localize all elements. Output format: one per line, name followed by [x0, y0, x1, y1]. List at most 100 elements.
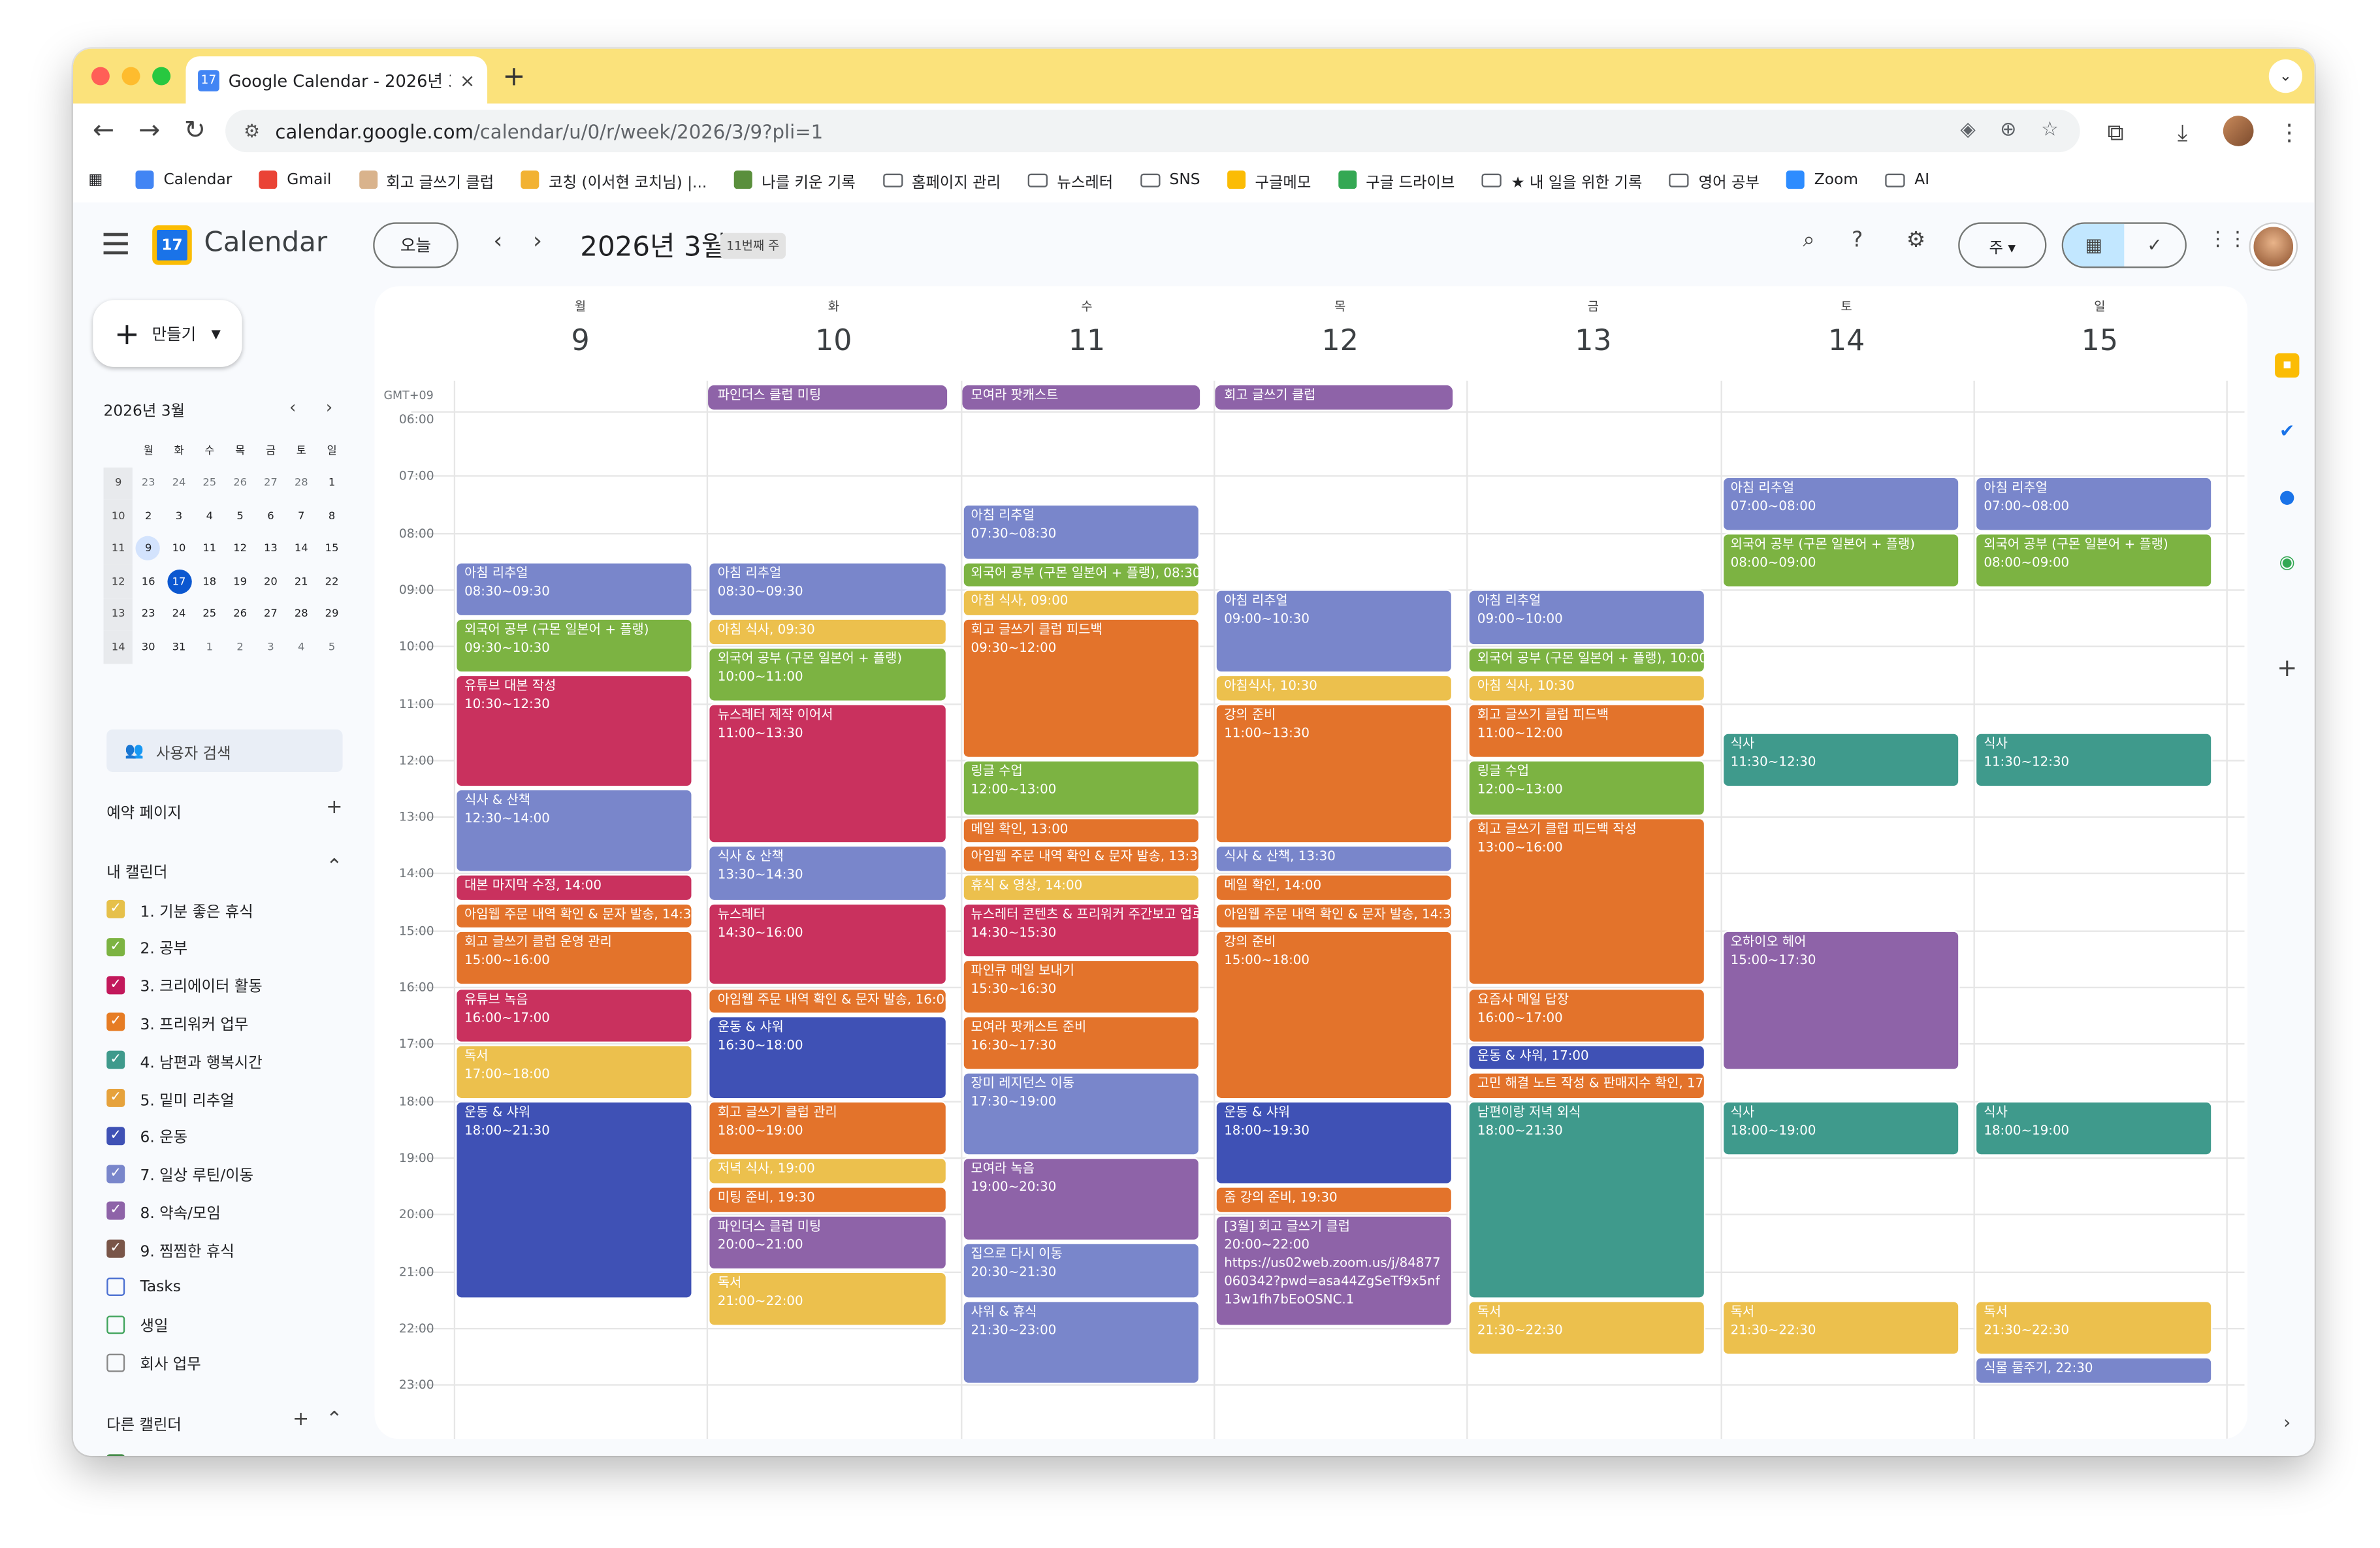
calendar-event[interactable]: 식사 11:30~12:30	[1721, 732, 1960, 788]
mini-day[interactable]: 29	[317, 598, 347, 630]
mini-day[interactable]: 14	[286, 532, 317, 565]
calendar-event[interactable]: 독서 21:30~22:30	[1974, 1300, 2213, 1355]
mini-next-month-icon[interactable]: ›	[326, 397, 332, 417]
forward-icon[interactable]: →	[134, 116, 165, 146]
calendar-event[interactable]: 아침 식사, 10:30	[1468, 675, 1707, 702]
calendar-event[interactable]: 운동 & 샤워 18:00~19:30	[1215, 1101, 1453, 1185]
calendar-list-item[interactable]: ✓ 7. 일상 루틴/이동	[106, 1155, 253, 1192]
help-icon[interactable]: ?	[1852, 229, 1863, 253]
calendar-event[interactable]: 외국어 공부 (구몬 일본어 + 플랭), 08:30	[961, 561, 1200, 589]
calendar-event[interactable]: 식사 & 산책 12:30~14:00	[455, 788, 694, 873]
calendar-checkbox[interactable]: ✓	[106, 1013, 125, 1032]
calendar-event[interactable]: [3월] 회고 글쓰기 클럽 20:00~22:00 https://us02web…	[1215, 1214, 1453, 1327]
mini-day[interactable]: 20	[255, 565, 286, 598]
calendar-event[interactable]: 독서 17:00~18:00	[455, 1044, 694, 1100]
settings-gear-icon[interactable]: ⚙	[1906, 229, 1925, 253]
calendar-event[interactable]: 모여라 녹음 19:00~20:30	[961, 1157, 1200, 1242]
my-calendars-header[interactable]: 내 캘린더 ⌃	[106, 856, 342, 882]
mini-day[interactable]: 24	[164, 598, 195, 630]
calendar-event[interactable]: 오하이오 헤어 15:00~17:30	[1721, 930, 1960, 1071]
bookmark-star-icon[interactable]: ☆	[2041, 119, 2059, 142]
calendar-event[interactable]: 파인더스 클럽 미팅 20:00~21:00	[708, 1214, 947, 1270]
mini-day[interactable]: 7	[286, 500, 317, 532]
calendar-event[interactable]: 아침 리추얼 09:00~10:00	[1468, 590, 1707, 645]
day-date[interactable]: 9	[454, 325, 707, 358]
mini-day[interactable]: 3	[164, 500, 195, 532]
mini-day[interactable]: 3	[255, 630, 286, 663]
calendar-checkbox[interactable]: ✓	[106, 899, 125, 918]
calendar-event[interactable]: 아침 리추얼 07:00~08:00	[1974, 476, 2213, 532]
calendar-event[interactable]: 운동 & 샤워 18:00~21:30	[455, 1101, 694, 1298]
calendar-list-item[interactable]: ✓ 8. 약속/모임	[106, 1193, 221, 1229]
calendar-event[interactable]: 외국어 공부 (구몬 일본어 + 플랭) 10:00~11:00	[708, 647, 947, 702]
calendar-list-item[interactable]: ✓ 대한민국의 휴일	[106, 1445, 243, 1456]
mini-day[interactable]: 31	[164, 630, 195, 663]
mini-day[interactable]: 25	[194, 598, 225, 630]
bookmark-item[interactable]: 뉴스레터	[1028, 169, 1113, 191]
day-date[interactable]: 12	[1214, 325, 1467, 358]
calendar-event[interactable]: 회고 글쓰기 클럽 피드백 11:00~12:00	[1468, 703, 1707, 759]
calendar-event[interactable]: 식사 & 산책 13:30~14:30	[708, 845, 947, 901]
calendar-checkbox[interactable]: ✓	[106, 1454, 125, 1456]
calendar-event[interactable]: 독서 21:30~22:30	[1468, 1300, 1707, 1355]
calendar-event[interactable]: 식사 11:30~12:30	[1974, 732, 2213, 788]
bookmark-item[interactable]: 홈페이지 관리	[882, 169, 1001, 191]
minimize-window-button[interactable]	[121, 67, 140, 86]
bookmark-item[interactable]: 나를 키운 기록	[734, 169, 856, 191]
tasks-icon[interactable]: ✔	[2275, 419, 2299, 443]
mini-day[interactable]: 1	[194, 630, 225, 663]
calendar-event[interactable]: 식사 18:00~19:00	[1974, 1101, 2213, 1157]
create-button[interactable]: + 만들기 ▼	[93, 300, 242, 367]
calendar-event[interactable]: 유튜브 녹음 16:00~17:00	[455, 987, 694, 1043]
day-date[interactable]: 14	[1720, 325, 1973, 358]
calendar-event[interactable]: 집으로 다시 이동 20:30~21:30	[961, 1243, 1200, 1298]
collapse-chevron-icon[interactable]: ⌃	[326, 856, 342, 879]
calendar-checkbox[interactable]: ✓	[106, 1088, 125, 1107]
site-settings-icon[interactable]: ⚙	[244, 120, 260, 142]
mini-day[interactable]: 22	[317, 565, 347, 598]
mini-day[interactable]: 2	[133, 500, 164, 532]
calendar-event[interactable]: 독서 21:30~22:30	[1721, 1300, 1960, 1355]
bookmark-item[interactable]: AI	[1885, 169, 1929, 191]
mini-day[interactable]: 13	[255, 532, 286, 565]
calendar-event[interactable]: 모여라 팟캐스트 준비 16:30~17:30	[961, 1016, 1200, 1071]
people-search-input[interactable]: 👥 사용자 검색	[106, 729, 343, 773]
mini-day[interactable]: 23	[133, 467, 164, 500]
day-date[interactable]: 11	[960, 325, 1214, 358]
calendar-event[interactable]: 뉴스레터 14:30~16:00	[708, 902, 947, 986]
tab-close-icon[interactable]: ×	[460, 69, 475, 91]
calendar-checkbox[interactable]: ✓	[106, 1126, 125, 1145]
day-header[interactable]: 목 12	[1214, 286, 1467, 358]
calendar-event[interactable]: 파인큐 메일 보내기 15:30~16:30	[961, 959, 1200, 1015]
bookmark-item[interactable]: 구글메모	[1227, 169, 1311, 191]
mini-day[interactable]: 28	[286, 598, 317, 630]
calendar-event[interactable]: 고민 해결 노트 작성 & 판매지수 확인, 17:30	[1468, 1072, 1707, 1100]
address-bar[interactable]: ⚙ calendar.google.com/calendar/u/0/r/wee…	[225, 109, 2080, 153]
calendar-event[interactable]: 줌 강의 준비, 19:30	[1215, 1186, 1453, 1214]
bookmark-item[interactable]: 영어 공부	[1669, 169, 1760, 191]
calendar-event[interactable]: 운동 & 샤워, 17:00	[1468, 1044, 1707, 1071]
bookmark-item[interactable]: Calendar	[136, 169, 232, 191]
calendar-event[interactable]: 아침 식사, 09:30	[708, 618, 947, 645]
mini-prev-month-icon[interactable]: ‹	[289, 397, 296, 417]
mini-day[interactable]: 11	[194, 532, 225, 565]
download-icon[interactable]: ⤓	[2178, 119, 2187, 146]
calendar-list-item[interactable]: ✓ 9. 찜찜한 휴식	[106, 1231, 234, 1267]
calendar-event[interactable]: 아침 리추얼 07:30~08:30	[961, 504, 1200, 560]
mini-day[interactable]: 6	[255, 500, 286, 532]
mini-day[interactable]: 26	[225, 598, 255, 630]
bookmark-item[interactable]: 코칭 (이서현 코치님) |...	[521, 169, 707, 191]
tasks-view-icon[interactable]: ✓	[2124, 224, 2185, 266]
calendar-event[interactable]: 아임웹 주문 내역 확인 & 문자 발송, 16:00	[708, 987, 947, 1015]
maximize-window-button[interactable]	[152, 67, 171, 86]
calendar-event[interactable]: 대본 마지막 수정, 14:00	[455, 873, 694, 901]
calendar-event[interactable]: 운동 & 샤워 16:30~18:00	[708, 1016, 947, 1100]
calendar-event[interactable]: 독서 21:00~22:00	[708, 1271, 947, 1327]
day-date[interactable]: 13	[1467, 325, 1720, 358]
contacts-icon[interactable]: ●	[2275, 484, 2299, 508]
calendar-list-item[interactable]: Tasks	[106, 1268, 181, 1305]
mini-day[interactable]: 27	[255, 467, 286, 500]
calendar-event[interactable]: 저녁 식사, 19:00	[708, 1157, 947, 1185]
calendar-list-item[interactable]: ✓ 3. 프리워커 업무	[106, 1004, 248, 1040]
mini-day[interactable]: 5	[317, 630, 347, 663]
